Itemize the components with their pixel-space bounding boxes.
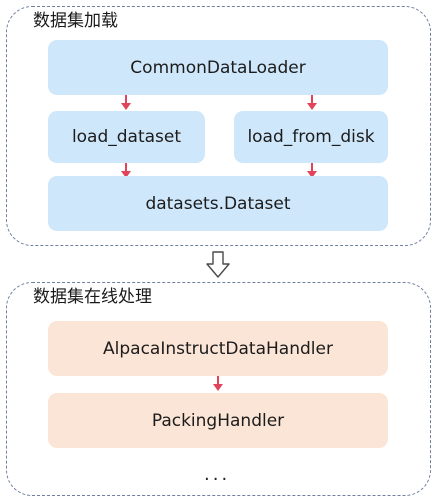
alpaca-instruct-data-handler-node: AlpacaInstructDataHandler xyxy=(48,321,388,376)
dataset-loading-title: 数据集加载 xyxy=(33,11,118,31)
more-handlers-ellipsis: ... xyxy=(204,464,231,485)
arrow-loader-to-load-from-disk xyxy=(307,95,317,110)
load-from-disk-node: load_from_disk xyxy=(234,111,388,163)
load-dataset-node: load_dataset xyxy=(48,111,205,163)
datasets-dataset-node: datasets.Dataset xyxy=(48,176,388,231)
hollow-down-arrow-icon xyxy=(206,251,230,278)
dataset-processing-title: 数据集在线处理 xyxy=(33,287,152,307)
arrow-loader-to-load-dataset xyxy=(121,95,131,110)
arrow-alpaca-to-packing xyxy=(213,376,223,391)
packing-handler-node: PackingHandler xyxy=(48,393,388,448)
common-data-loader-node: CommonDataLoader xyxy=(48,40,388,95)
